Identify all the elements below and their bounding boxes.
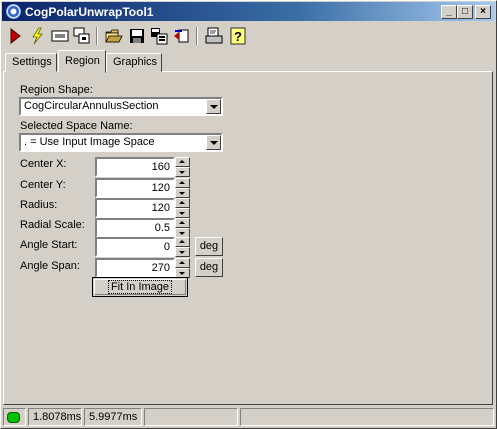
maximize-button[interactable]: □	[457, 5, 473, 19]
angle-start-deg-button[interactable]: deg	[195, 237, 223, 256]
radius-label: Radius:	[20, 199, 58, 211]
status-led-icon	[7, 412, 20, 423]
reset-icon[interactable]	[171, 25, 191, 47]
svg-text:?: ?	[234, 29, 242, 44]
fit-in-image-face: Fit In Image	[94, 279, 186, 295]
minimize-button[interactable]: _	[441, 5, 457, 19]
fit-in-image-button[interactable]: Fit In Image	[92, 277, 188, 297]
selected-space-select[interactable]: . = Use Input Image Space	[19, 133, 223, 152]
angle-start-spinner[interactable]	[175, 237, 190, 257]
region-shape-select[interactable]: CogCircularAnnulusSection	[19, 97, 223, 116]
run-icon[interactable]	[5, 25, 25, 47]
radial-scale-label: Radial Scale:	[20, 219, 85, 231]
center-y-label: Center Y:	[20, 179, 66, 191]
toolbar-separator	[96, 27, 98, 45]
center-y-spinner[interactable]	[175, 178, 190, 198]
status-indicator-panel	[3, 408, 26, 426]
tab-settings[interactable]: Settings	[5, 53, 57, 72]
angle-span-deg-button[interactable]: deg	[195, 258, 223, 277]
title-bar[interactable]: CogPolarUnwrapTool1 _ □ ×	[2, 2, 495, 21]
image-icon[interactable]	[50, 25, 70, 47]
print-preview-icon[interactable]	[204, 25, 224, 47]
tab-graphics[interactable]: Graphics	[106, 53, 162, 72]
open-folder-icon[interactable]	[104, 25, 124, 47]
selected-space-label: Selected Space Name:	[20, 120, 133, 132]
window-title: CogPolarUnwrapTool1	[25, 5, 154, 19]
electric-icon[interactable]	[27, 25, 47, 47]
center-y-input[interactable]: 120	[95, 178, 175, 198]
status-time-1: 1.8078ms	[28, 408, 82, 426]
save-icon[interactable]	[127, 25, 147, 47]
radius-spinner[interactable]	[175, 198, 190, 218]
save-settings-icon[interactable]	[149, 25, 169, 47]
help-icon[interactable]: ?	[228, 25, 248, 47]
radial-scale-input[interactable]: 0.5	[95, 218, 175, 238]
radius-input[interactable]: 120	[95, 198, 175, 218]
app-icon[interactable]	[6, 4, 21, 19]
angle-span-spinner[interactable]	[175, 258, 190, 278]
region-shape-value: CogCircularAnnulusSection	[24, 100, 159, 112]
fit-in-image-label: Fit In Image	[107, 280, 173, 294]
tab-region[interactable]: Region	[58, 50, 106, 73]
angle-span-label: Angle Span:	[20, 260, 80, 272]
close-button[interactable]: ×	[475, 5, 491, 19]
angle-span-input[interactable]: 270	[95, 258, 175, 278]
radial-scale-spinner[interactable]	[175, 218, 190, 238]
angle-start-label: Angle Start:	[20, 239, 78, 251]
center-x-label: Center X:	[20, 158, 67, 170]
status-time-2: 5.9977ms	[84, 408, 142, 426]
angle-start-input[interactable]: 0	[95, 237, 175, 257]
center-x-spinner[interactable]	[175, 157, 190, 177]
chevron-down-icon[interactable]	[206, 135, 221, 150]
center-x-input[interactable]: 160	[95, 157, 175, 177]
chevron-down-icon[interactable]	[206, 99, 221, 114]
region-shape-label: Region Shape:	[20, 84, 93, 96]
toolbar-separator	[196, 27, 198, 45]
status-panel-message	[240, 408, 494, 426]
local-display-icon[interactable]	[72, 25, 92, 47]
selected-space-value: . = Use Input Image Space	[24, 136, 155, 148]
status-panel-empty	[144, 408, 238, 426]
